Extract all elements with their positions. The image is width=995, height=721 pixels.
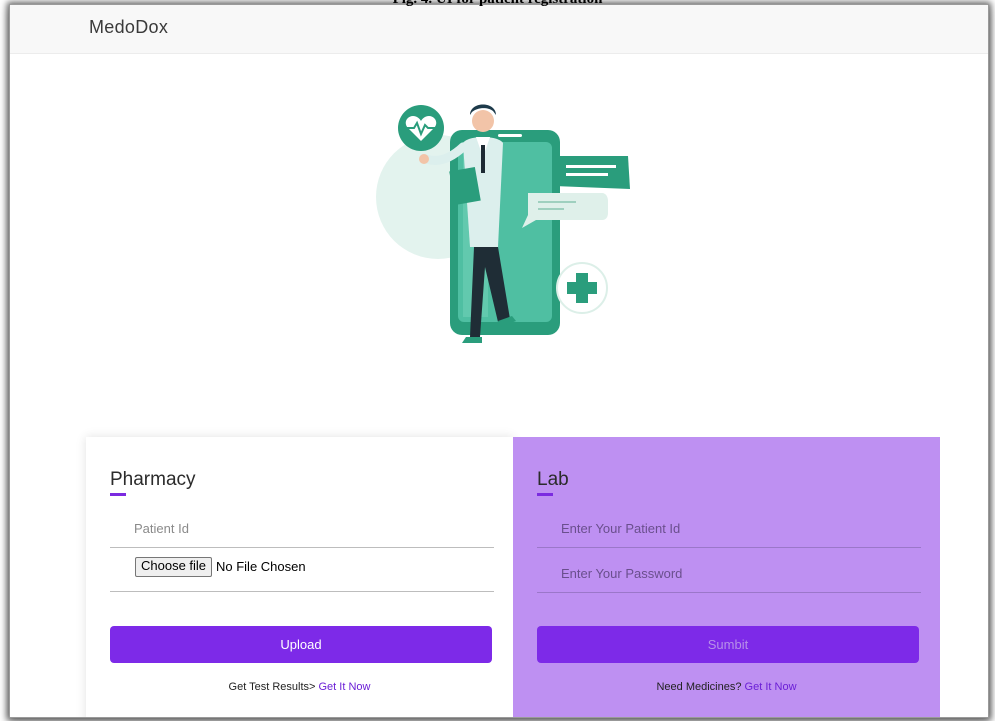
submit-button[interactable]: Sumbit <box>537 626 919 663</box>
upload-button[interactable]: Upload <box>110 626 492 663</box>
lab-patient-id-input[interactable] <box>537 510 921 548</box>
get-medicines-link[interactable]: Get It Now <box>745 681 797 693</box>
lab-title: Lab <box>537 469 569 496</box>
choose-file-button[interactable]: Choose file <box>135 557 213 577</box>
get-test-results-link[interactable]: Get It Now <box>319 681 371 693</box>
app-window: MedoDox Pharmacy Patient Id Choose file … <box>9 4 989 718</box>
title-underline <box>110 493 126 496</box>
lab-password-input[interactable] <box>537 555 921 593</box>
figure-caption: Fig. 4. UI for patient registration <box>0 0 995 8</box>
heart-rate-icon <box>398 105 444 151</box>
lab-card: Lab Sumbit Need Medicines? Get It Now <box>513 437 940 717</box>
brand-logo[interactable]: MedoDox <box>89 17 168 38</box>
lab-footer: Need Medicines? Get It Now <box>656 681 797 693</box>
pharmacy-footer: Get Test Results> Get It Now <box>228 681 371 693</box>
doctor-illustration <box>376 104 630 343</box>
pharmacy-card: Pharmacy Choose file No File Chosen Uplo… <box>86 437 513 717</box>
patient-id-input[interactable] <box>110 510 494 548</box>
plus-icon <box>556 262 608 314</box>
pharmacy-title: Pharmacy <box>110 469 196 496</box>
file-status-text: No File Chosen <box>216 559 306 574</box>
file-upload-field: Choose file No File Chosen <box>110 557 494 592</box>
title-underline <box>537 493 553 496</box>
navbar: MedoDox <box>10 5 988 54</box>
